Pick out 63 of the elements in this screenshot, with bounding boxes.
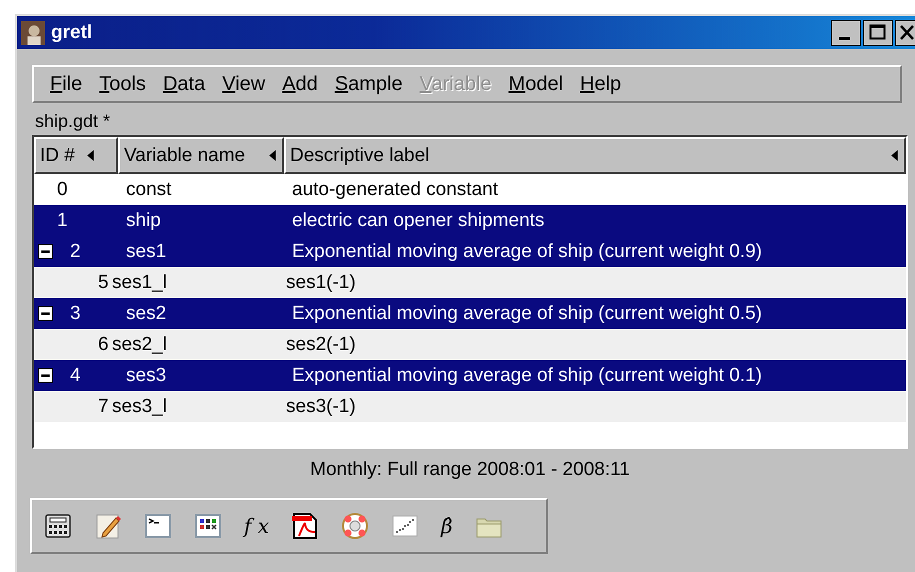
pdf-icon[interactable] bbox=[291, 512, 320, 540]
table-row[interactable]: 4 ses3 Exponential moving average of ship (current weight 0.1) bbox=[34, 360, 906, 391]
table-cell: ses3_l bbox=[112, 396, 167, 418]
menu-item[interactable]: Add bbox=[280, 72, 330, 96]
table-cell: 7 bbox=[98, 396, 109, 418]
table-cell: 5 bbox=[98, 272, 109, 294]
collapse-icon[interactable] bbox=[38, 306, 53, 321]
table-cell: ses1 bbox=[126, 240, 166, 262]
notepad-icon[interactable] bbox=[94, 512, 122, 540]
table-cell: 0 bbox=[57, 178, 68, 200]
lifebuoy-icon[interactable] bbox=[341, 512, 370, 540]
collapse-icon[interactable] bbox=[38, 368, 53, 383]
table-cell: ses2_l bbox=[112, 334, 167, 356]
table-row[interactable]: 3 ses2 Exponential moving average of ship (current weight 0.5) bbox=[34, 298, 906, 329]
table-cell: 2 bbox=[70, 240, 81, 262]
sort-arrow-icon bbox=[86, 150, 94, 161]
table-cell: 1 bbox=[57, 210, 68, 232]
table-cell: Exponential moving average of ship (current weight 0.5) bbox=[292, 302, 762, 324]
menu-item[interactable]: Help bbox=[578, 72, 634, 96]
menu-item[interactable]: Tools bbox=[97, 72, 158, 96]
maximize-button[interactable] bbox=[863, 20, 893, 46]
sort-arrow-icon bbox=[269, 150, 276, 161]
column-header[interactable]: ID # bbox=[34, 137, 118, 174]
table-cell: ses2(-1) bbox=[286, 334, 356, 356]
menu-item[interactable]: Data bbox=[160, 72, 218, 96]
minimize-button[interactable] bbox=[831, 20, 861, 46]
table-cell: ship bbox=[126, 210, 161, 232]
table-cell: ses1(-1) bbox=[286, 272, 356, 294]
table-cell: electric can opener shipments bbox=[292, 210, 544, 232]
menu-item[interactable]: File bbox=[48, 72, 94, 96]
table-cell: Exponential moving average of ship (current weight 0.1) bbox=[292, 364, 762, 386]
toolbar-button[interactable]: β̂ bbox=[441, 514, 453, 538]
calculator-icon[interactable] bbox=[44, 512, 72, 540]
table-cell: 6 bbox=[98, 334, 109, 356]
file-name: ship.gdt * bbox=[35, 111, 112, 133]
window-title: gretl bbox=[51, 22, 92, 44]
table-row[interactable]: 6 ses2_l ses2(-1) bbox=[34, 329, 906, 360]
menu-item[interactable]: Sample bbox=[332, 72, 415, 96]
menu-item[interactable]: Model bbox=[506, 72, 576, 96]
app-icon bbox=[21, 20, 45, 46]
sort-arrow-icon bbox=[891, 150, 898, 161]
table-row[interactable]: 7 ses3_l ses3(-1) bbox=[34, 391, 906, 422]
table-cell: ses2 bbox=[126, 302, 166, 324]
grid-icon[interactable] bbox=[194, 512, 222, 540]
terminal-icon[interactable] bbox=[144, 512, 172, 540]
table-cell: 4 bbox=[70, 364, 81, 386]
menu-item[interactable]: View bbox=[220, 72, 278, 96]
table-cell: Exponential moving average of ship (current weight 0.9) bbox=[292, 240, 762, 262]
table-row[interactable]: 2 ses1 Exponential moving average of ship (current weight 0.9) bbox=[34, 236, 906, 267]
table-row[interactable]: 5 ses1_l ses1(-1) bbox=[34, 267, 906, 298]
table-cell: ses3 bbox=[126, 364, 166, 386]
column-header[interactable]: Descriptive label bbox=[284, 137, 906, 174]
table-cell: 3 bbox=[70, 302, 81, 324]
table-cell: ses1_l bbox=[112, 272, 167, 294]
toolbar-button[interactable]: f x bbox=[244, 514, 270, 538]
table-cell: const bbox=[126, 178, 172, 200]
close-button[interactable] bbox=[895, 20, 915, 46]
table-row[interactable]: 1 ship electric can opener shipments bbox=[34, 205, 906, 236]
status-text: Monthly: Full range 2008:01 - 2008:11 bbox=[309, 459, 631, 482]
column-header[interactable]: Variable name bbox=[118, 137, 284, 174]
collapse-icon[interactable] bbox=[38, 244, 53, 259]
table-cell: auto-generated constant bbox=[292, 178, 498, 200]
table-cell: ses3(-1) bbox=[286, 396, 356, 418]
